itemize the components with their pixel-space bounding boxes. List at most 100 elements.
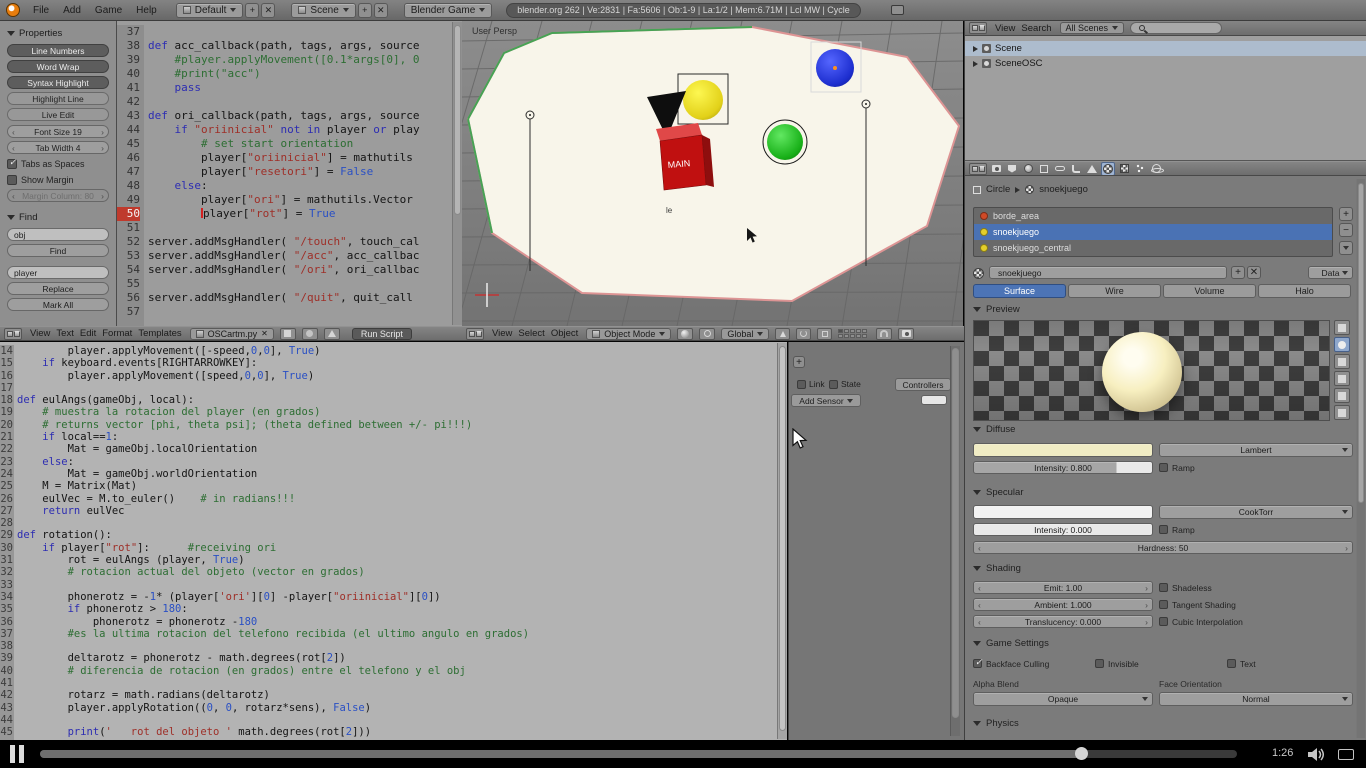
scrollbar-thumb[interactable] bbox=[1358, 183, 1364, 503]
show-margin-checkbox[interactable]: Show Margin bbox=[7, 173, 109, 186]
preview-type-hair-button[interactable] bbox=[1334, 388, 1350, 403]
material-type-tab-wire[interactable]: Wire bbox=[1068, 284, 1161, 298]
expand-icon[interactable] bbox=[973, 61, 978, 67]
render-opengl-button[interactable] bbox=[898, 328, 914, 340]
toggle-line-numbers[interactable]: Line Numbers bbox=[7, 44, 109, 57]
menu-item[interactable]: Add bbox=[56, 5, 88, 16]
video-progress-bar[interactable] bbox=[40, 750, 1237, 758]
mode-dropdown[interactable]: Object Mode bbox=[586, 328, 671, 340]
translate-manipulator-button[interactable] bbox=[775, 328, 790, 340]
tab-constraints-icon[interactable] bbox=[1053, 162, 1067, 176]
unlink-material-button[interactable]: ✕ bbox=[1247, 266, 1261, 279]
run-script-button[interactable]: Run Script bbox=[352, 328, 412, 340]
material-type-tab-volume[interactable]: Volume bbox=[1163, 284, 1256, 298]
viewport-canvas[interactable]: MAIN le User Persp bbox=[462, 21, 963, 326]
outliner-row[interactable]: SceneOSC bbox=[965, 56, 1366, 71]
scene-dropdown[interactable]: Scene bbox=[291, 3, 355, 18]
state-checkbox[interactable]: State bbox=[829, 379, 861, 389]
tab-scene-icon[interactable] bbox=[1005, 162, 1019, 176]
logic-editor[interactable]: + Link State Controllers Add Sensor bbox=[788, 342, 964, 740]
scenes-filter-dropdown[interactable]: All Scenes bbox=[1060, 22, 1125, 34]
menu-item[interactable]: Templates bbox=[136, 328, 183, 339]
tab-world-icon[interactable] bbox=[1021, 162, 1035, 176]
toggle-word-wrap[interactable]: Word Wrap bbox=[7, 60, 109, 73]
toggle-highlight-line[interactable]: Highlight Line bbox=[7, 92, 109, 105]
orientation-dropdown[interactable]: Global bbox=[721, 328, 769, 340]
rotate-manipulator-button[interactable] bbox=[796, 328, 811, 340]
menu-item[interactable]: View bbox=[993, 23, 1017, 34]
breadcrumb-material[interactable]: snoekjuego bbox=[1039, 184, 1088, 195]
layer-dot[interactable] bbox=[856, 334, 861, 338]
specular-intensity-slider[interactable]: Intensity: 0.000 bbox=[973, 523, 1153, 536]
blender-logo-icon[interactable] bbox=[6, 3, 20, 17]
editor-scrollbar[interactable] bbox=[777, 343, 787, 739]
shading-checkbox-2[interactable]: Cubic Interpolation bbox=[1159, 615, 1243, 628]
scrollbar-thumb[interactable] bbox=[454, 25, 461, 215]
engine-dropdown[interactable]: Blender Game bbox=[404, 3, 492, 18]
tab-render-icon[interactable] bbox=[989, 162, 1003, 176]
line-numbers-toggle-icon[interactable] bbox=[280, 328, 296, 340]
material-type-tab-halo[interactable]: Halo bbox=[1258, 284, 1351, 298]
outliner-tree[interactable]: SceneSceneOSC bbox=[965, 36, 1366, 161]
specular-panel-header[interactable]: Specular bbox=[973, 487, 1024, 498]
shading-slider-0[interactable]: Emit: 1.00 bbox=[973, 581, 1153, 594]
layers-grid[interactable] bbox=[838, 329, 870, 338]
preview-type-sphere-button[interactable] bbox=[1334, 337, 1350, 352]
layer-dot[interactable] bbox=[844, 329, 849, 333]
slot-specials-button[interactable] bbox=[1339, 241, 1353, 255]
remove-slot-button[interactable]: − bbox=[1339, 223, 1353, 237]
game-checkbox-backface-culling[interactable]: Backface Culling bbox=[973, 657, 1049, 670]
editor-type-button[interactable] bbox=[4, 328, 22, 340]
game-settings-panel-header[interactable]: Game Settings bbox=[973, 638, 1049, 649]
preview-type-monkey-button[interactable] bbox=[1334, 371, 1350, 386]
shading-panel-header[interactable]: Shading bbox=[973, 563, 1021, 574]
add-sensor-dropdown[interactable]: Add Sensor bbox=[791, 394, 861, 407]
tab-physics-icon[interactable] bbox=[1149, 162, 1163, 176]
editor-type-button[interactable] bbox=[969, 22, 987, 34]
menu-item[interactable]: Help bbox=[129, 5, 164, 16]
preview-type-cube-button[interactable] bbox=[1334, 354, 1350, 369]
game-checkbox-text[interactable]: Text bbox=[1227, 657, 1256, 670]
property-field[interactable] bbox=[921, 395, 947, 405]
specular-shader-dropdown[interactable]: CookTorr bbox=[1159, 505, 1353, 519]
tab-modifiers-icon[interactable] bbox=[1069, 162, 1083, 176]
properties-scrollbar[interactable] bbox=[1356, 179, 1365, 738]
menu-item[interactable]: File bbox=[26, 5, 56, 16]
script-editor-osc[interactable]: 3738394041424344454647484950515253545556… bbox=[117, 21, 462, 326]
logic-scrollbar[interactable] bbox=[950, 346, 960, 736]
menu-item[interactable]: Game bbox=[88, 5, 129, 16]
scrollbar-thumb[interactable] bbox=[952, 348, 959, 718]
menu-item[interactable]: View bbox=[490, 328, 514, 339]
face-orientation-dropdown[interactable]: Normal bbox=[1159, 692, 1353, 706]
scale-manipulator-button[interactable] bbox=[817, 328, 832, 340]
hardness-slider[interactable]: Hardness: 50 bbox=[973, 541, 1353, 554]
code-area[interactable]: player.applyMovement([-speed,0,0], True)… bbox=[17, 345, 775, 739]
font-size-slider[interactable]: Font Size 19 bbox=[7, 125, 109, 138]
material-slot-list[interactable]: borde_areasnoekjuegosnoekjuego_central bbox=[973, 207, 1333, 257]
layer-dot[interactable] bbox=[862, 329, 867, 333]
panel-expand-button[interactable]: + bbox=[793, 356, 805, 368]
menu-item[interactable]: View bbox=[28, 328, 52, 339]
specular-color-swatch[interactable] bbox=[973, 505, 1153, 519]
delete-layout-button[interactable]: ✕ bbox=[261, 3, 275, 18]
fullscreen-button[interactable] bbox=[1338, 749, 1354, 760]
progress-knob[interactable] bbox=[1075, 747, 1088, 760]
replace-input[interactable] bbox=[7, 266, 109, 279]
shading-slider-2[interactable]: Translucency: 0.000 bbox=[973, 615, 1153, 628]
find-panel-header[interactable]: Find bbox=[7, 212, 109, 223]
material-type-tab-surface[interactable]: Surface bbox=[973, 284, 1066, 298]
material-name-field[interactable]: snoekjuego bbox=[989, 266, 1227, 279]
material-slot-row[interactable]: snoekjuego bbox=[974, 224, 1332, 240]
pause-button[interactable] bbox=[10, 745, 28, 763]
shading-dropdown[interactable] bbox=[677, 328, 693, 340]
physics-panel-header[interactable]: Physics bbox=[973, 718, 1019, 729]
shading-checkbox-1[interactable]: Tangent Shading bbox=[1159, 598, 1236, 611]
link-checkbox[interactable]: Link bbox=[797, 379, 825, 389]
snap-magnet-button[interactable] bbox=[876, 328, 892, 340]
script-editor-game-logic[interactable]: 1415161718192021222324252627282930313233… bbox=[0, 342, 787, 740]
specular-ramp-checkbox[interactable]: Ramp bbox=[1159, 523, 1195, 536]
diffuse-intensity-slider[interactable]: Intensity: 0.800 bbox=[973, 461, 1153, 474]
material-slot-row[interactable]: borde_area bbox=[974, 208, 1332, 224]
screen-layout-dropdown[interactable]: Default bbox=[176, 3, 244, 18]
toggle-syntax-highlight[interactable]: Syntax Highlight bbox=[7, 76, 109, 89]
